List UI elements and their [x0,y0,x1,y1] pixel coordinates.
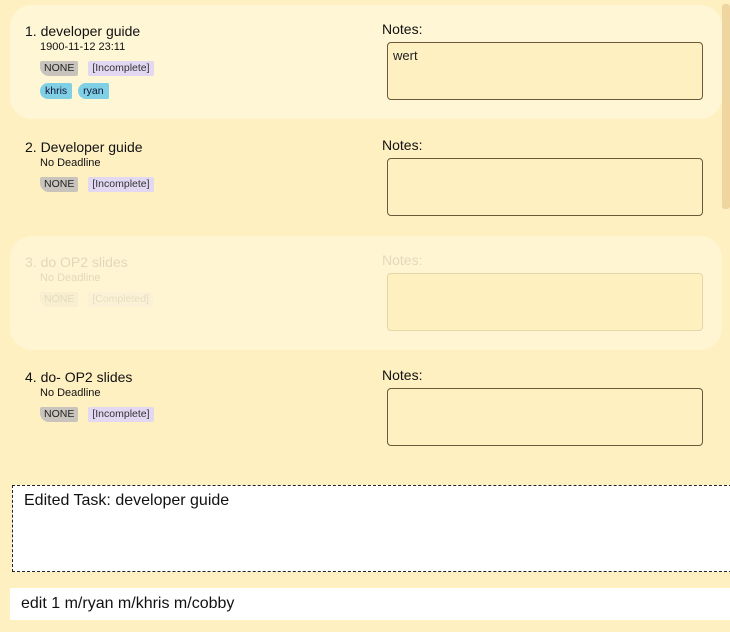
task-deadline: No Deadline [40,387,101,399]
task-card-3[interactable]: 3. do OP2 slides No Deadline NONE [Compl… [10,236,722,350]
priority-badge: NONE [40,61,79,76]
task-card-1[interactable]: 1. developer guide 1900-11-12 23:11 NONE… [10,5,722,119]
task-badges: NONE [Incomplete] [40,61,154,76]
task-manager-window: 1. developer guide 1900-11-12 23:11 NONE… [0,0,730,632]
notes-field[interactable]: wert [387,42,703,100]
notes-label: Notes: [382,137,423,153]
task-title: 1. developer guide [25,23,141,39]
notes-field[interactable] [387,388,703,446]
task-card-4[interactable]: 4. do- OP2 slides No Deadline NONE [Inco… [10,351,722,465]
tag: ryan [78,83,109,99]
task-list-scrollbar[interactable] [722,4,730,209]
task-badges: NONE [Completed] [40,292,153,307]
task-title: 2. Developer guide [25,139,143,155]
notes-label: Notes: [382,367,423,383]
task-badges: NONE [Incomplete] [40,177,154,192]
command-input[interactable]: edit 1 m/ryan m/khris m/cobby [10,588,730,620]
task-list[interactable]: 1. developer guide 1900-11-12 23:11 NONE… [0,0,730,466]
task-title: 3. do OP2 slides [25,254,128,270]
status-badge: [Completed] [88,292,153,307]
task-badges: NONE [Incomplete] [40,407,154,422]
priority-badge: NONE [40,292,79,307]
notes-field[interactable] [387,273,703,331]
status-badge: [Incomplete] [88,177,154,192]
priority-badge: NONE [40,407,79,422]
task-card-2[interactable]: 2. Developer guide No Deadline NONE [Inc… [10,121,722,235]
task-deadline: No Deadline [40,272,101,284]
notes-field[interactable] [387,158,703,216]
task-deadline: No Deadline [40,157,101,169]
task-title: 4. do- OP2 slides [25,369,133,385]
tag: khris [40,83,73,99]
status-badge: [Incomplete] [88,61,154,76]
notes-label: Notes: [382,252,423,268]
task-deadline: 1900-11-12 23:11 [40,41,126,53]
notes-label: Notes: [382,21,423,37]
priority-badge: NONE [40,177,79,192]
task-tags: khris ryan [40,83,109,99]
status-badge: [Incomplete] [88,407,154,422]
result-display: Edited Task: developer guide [12,485,730,572]
